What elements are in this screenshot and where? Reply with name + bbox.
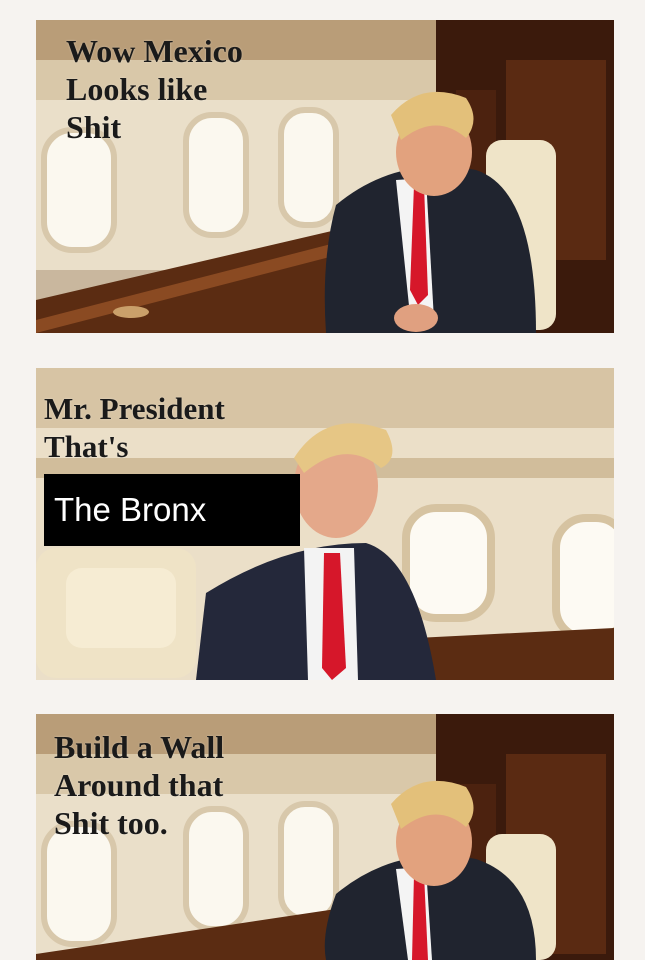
caption-panel-2: Mr. President That's [44, 391, 225, 464]
caption-panel-3: Build a Wall Around that Shit too. [54, 729, 225, 841]
panel-3: Build a Wall Around that Shit too. [36, 714, 614, 960]
meme-page: Wow Mexico Looks like Shit Mr. President… [0, 0, 645, 960]
panel-1: Wow Mexico Looks like Shit [36, 20, 614, 333]
caption-panel-1: Wow Mexico Looks like Shit [66, 33, 243, 145]
overlay-label: The Bronx [44, 474, 300, 546]
